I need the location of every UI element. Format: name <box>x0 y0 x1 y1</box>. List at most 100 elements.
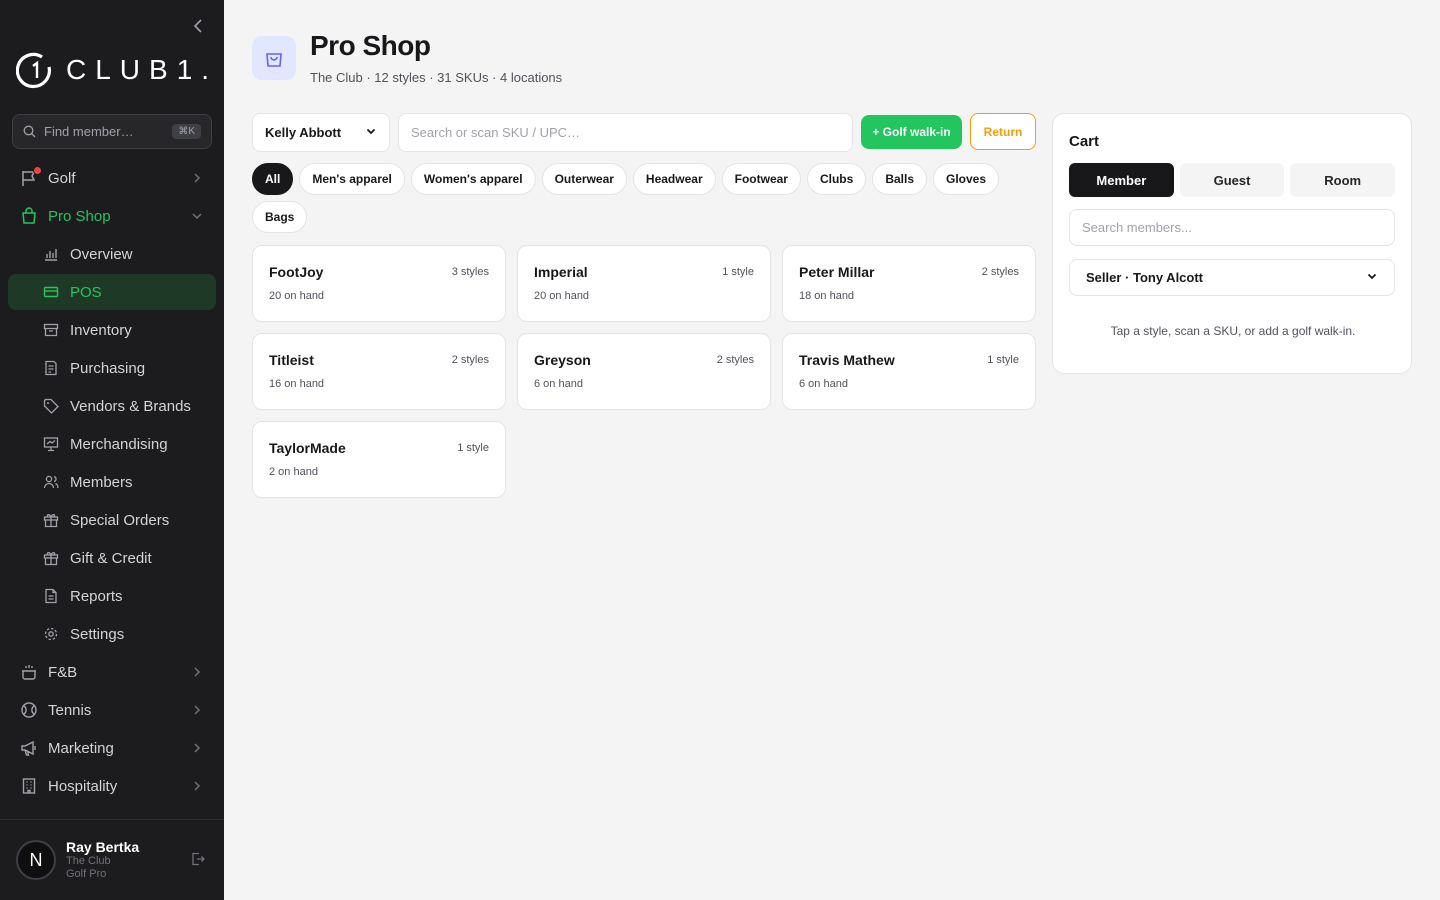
return-button[interactable]: Return <box>970 113 1036 150</box>
sidebar-item-label: Overview <box>70 245 133 263</box>
sidebar-item-tennis[interactable]: Tennis <box>8 692 216 728</box>
chevron-right-icon <box>190 779 204 793</box>
seller-select[interactable]: Seller · Tony Alcott <box>1069 259 1395 296</box>
sidebar-item-label: Special Orders <box>70 511 170 529</box>
sidebar-item-pro-shop[interactable]: Pro Shop <box>8 198 216 234</box>
brand-card[interactable]: Travis Mathew 1 style 6 on hand <box>782 333 1036 410</box>
brand-on-hand: 16 on hand <box>269 378 325 390</box>
logo-text: CLUB1. <box>66 54 219 85</box>
chip-mens-apparel[interactable]: Men's apparel <box>299 163 405 195</box>
brand-card[interactable]: Greyson 2 styles 6 on hand <box>517 333 771 410</box>
sidebar-item-gift-credit[interactable]: Gift & Credit <box>8 540 216 576</box>
member-select-value: Kelly Abbott <box>265 125 342 140</box>
file-icon <box>42 587 60 605</box>
brand-card[interactable]: Peter Millar 2 styles 18 on hand <box>782 245 1036 322</box>
sidebar-item-label: Merchandising <box>70 435 168 453</box>
bar-chart-icon <box>42 245 60 263</box>
brand-name: Travis Mathew <box>799 352 895 368</box>
chevron-right-icon <box>190 665 204 679</box>
member-search-input[interactable] <box>1069 209 1395 246</box>
user-info: Ray Bertka The Club Golf Pro <box>66 839 190 881</box>
sidebar-item-label: Gift & Credit <box>70 549 152 567</box>
sidebar-item-marketing[interactable]: Marketing <box>8 730 216 766</box>
sidebar-item-reports[interactable]: Reports <box>8 578 216 614</box>
brand-card[interactable]: Imperial 1 style 20 on hand <box>517 245 771 322</box>
avatar[interactable]: N <box>16 840 56 880</box>
brand-name: Imperial <box>534 264 588 280</box>
presentation-icon <box>42 435 60 453</box>
sidebar-item-vendors-brands[interactable]: Vendors & Brands <box>8 388 216 424</box>
gift-card-icon <box>42 549 60 567</box>
chevron-right-icon <box>190 171 204 185</box>
sidebar-item-label: Members <box>70 473 133 491</box>
find-member-search[interactable]: Find member… ⌘K <box>12 114 212 149</box>
brand-card[interactable]: TaylorMade 1 style 2 on hand <box>252 421 506 498</box>
chip-outerwear[interactable]: Outerwear <box>541 163 627 195</box>
chip-clubs[interactable]: Clubs <box>806 163 867 195</box>
building-icon <box>20 777 38 795</box>
bag-icon <box>20 207 38 225</box>
tennis-ball-icon <box>20 701 38 719</box>
chevron-right-icon <box>190 703 204 717</box>
receipt-icon <box>42 359 60 377</box>
shortcut-badge: ⌘K <box>172 124 201 139</box>
brand-styles: 2 styles <box>981 266 1019 278</box>
notification-dot <box>33 166 42 175</box>
sidebar-item-label: Pro Shop <box>48 207 111 225</box>
page-title: Pro Shop <box>310 30 431 61</box>
brand-on-hand: 6 on hand <box>534 378 583 390</box>
chip-all[interactable]: All <box>252 163 294 195</box>
chip-womens-apparel[interactable]: Women's apparel <box>410 163 536 195</box>
chip-footwear[interactable]: Footwear <box>721 163 801 195</box>
megaphone-icon <box>20 739 38 757</box>
sidebar-item-label: Marketing <box>48 739 114 757</box>
collapse-sidebar-icon[interactable] <box>188 16 208 36</box>
sidebar-nav: Golf Pro Shop Overview POS Inventory Pur… <box>8 160 216 818</box>
tab-room[interactable]: Room <box>1290 163 1396 197</box>
seller-select-value: Seller · Tony Alcott <box>1086 270 1204 285</box>
member-select[interactable]: Kelly Abbott <box>252 113 390 152</box>
brand-on-hand: 6 on hand <box>799 378 848 390</box>
sidebar-item-label: Reports <box>70 587 123 605</box>
sidebar-item-members[interactable]: Members <box>8 464 216 500</box>
sidebar-item-purchasing[interactable]: Purchasing <box>8 350 216 386</box>
sidebar-item-label: Settings <box>70 625 125 643</box>
sidebar-item-golf[interactable]: Golf <box>8 160 216 196</box>
brand-styles: 1 style <box>457 442 489 454</box>
category-filters: All Men's apparel Women's apparel Outerw… <box>252 163 1036 233</box>
cart-empty-hint: Tap a style, scan a SKU, or add a golf w… <box>1110 324 1356 338</box>
tag-icon <box>42 397 60 415</box>
sidebar-item-hospitality[interactable]: Hospitality <box>8 768 216 804</box>
brand-styles: 2 styles <box>716 354 754 366</box>
chip-bags[interactable]: Bags <box>252 201 308 233</box>
sidebar-item-inventory[interactable]: Inventory <box>8 312 216 348</box>
sidebar-item-fb[interactable]: F&B <box>8 654 216 690</box>
chip-gloves[interactable]: Gloves <box>933 163 1000 195</box>
sidebar-item-label: Hospitality <box>48 777 118 795</box>
tab-member[interactable]: Member <box>1069 163 1174 197</box>
sidebar-item-label: Tennis <box>48 701 92 719</box>
logo-mark-icon <box>15 51 54 89</box>
brand-styles: 3 styles <box>451 266 489 278</box>
club1-logo: CLUB1. <box>15 50 219 90</box>
brand-card[interactable]: FootJoy 3 styles 20 on hand <box>252 245 506 322</box>
cart-panel: Cart Member Guest Room Seller · Tony Alc… <box>1052 113 1412 374</box>
tab-guest[interactable]: Guest <box>1179 163 1285 197</box>
brand-on-hand: 2 on hand <box>269 466 318 478</box>
sidebar-item-label: F&B <box>48 663 78 681</box>
brand-card[interactable]: Titleist 2 styles 16 on hand <box>252 333 506 410</box>
sidebar-item-special-orders[interactable]: Special Orders <box>8 502 216 538</box>
sku-search-input[interactable] <box>398 113 853 152</box>
sidebar-item-settings[interactable]: Settings <box>8 616 216 652</box>
chip-balls[interactable]: Balls <box>872 163 927 195</box>
brand-name: TaylorMade <box>269 440 346 456</box>
user-name: Ray Bertka <box>66 839 140 855</box>
logout-icon[interactable] <box>190 851 208 869</box>
brand-on-hand: 20 on hand <box>269 290 325 302</box>
sidebar-item-overview[interactable]: Overview <box>8 236 216 272</box>
sidebar-item-label: POS <box>70 283 102 301</box>
sidebar-item-merchandising[interactable]: Merchandising <box>8 426 216 462</box>
chip-headwear[interactable]: Headwear <box>632 163 716 195</box>
sidebar-item-pos[interactable]: POS <box>8 274 216 310</box>
golf-walk-in-button[interactable]: + Golf walk-in <box>861 115 962 149</box>
